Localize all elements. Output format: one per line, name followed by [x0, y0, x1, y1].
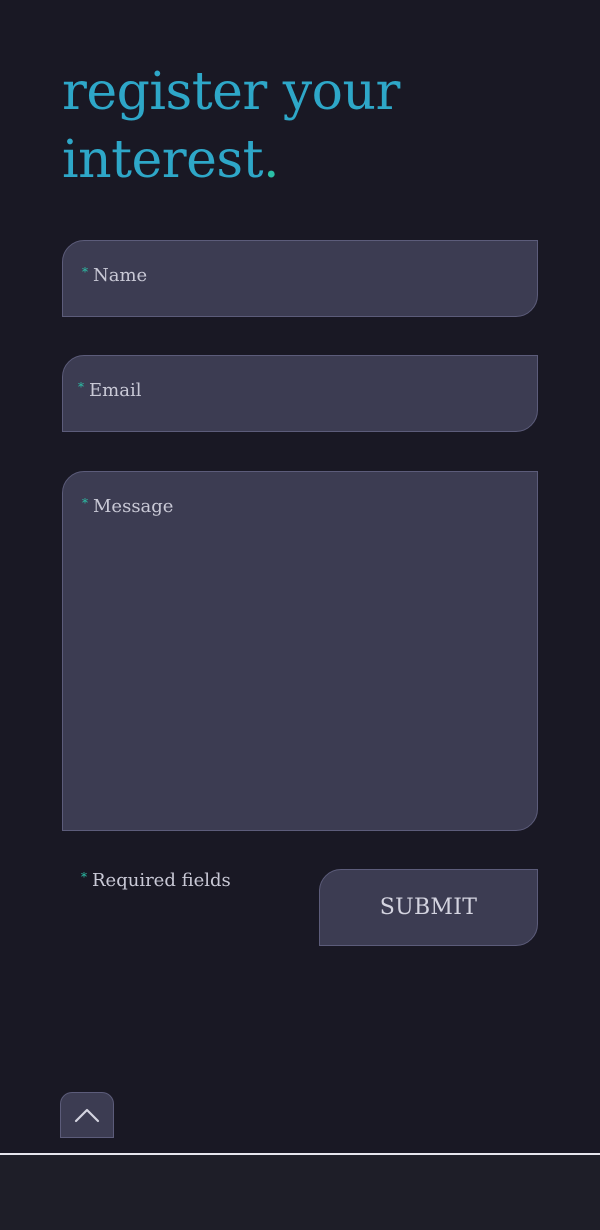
message-placeholder: * Message	[82, 496, 173, 517]
required-asterisk: *	[81, 870, 87, 884]
name-field[interactable]: * Name	[62, 240, 538, 317]
submit-button[interactable]: SUBMIT	[319, 869, 538, 946]
page-title-line-1: register your	[62, 62, 400, 122]
name-placeholder-text: Name	[93, 265, 148, 286]
back-to-top-button[interactable]	[60, 1092, 114, 1138]
footer	[0, 1155, 600, 1230]
page-title-dot: .	[263, 130, 280, 190]
email-field[interactable]: * Email	[62, 355, 538, 432]
email-placeholder-text: Email	[89, 380, 142, 401]
message-placeholder-text: Message	[93, 496, 174, 517]
email-placeholder: * Email	[78, 380, 141, 401]
page-title: register your interest.	[62, 58, 400, 194]
required-fields-text: Required fields	[92, 870, 231, 891]
required-fields-note: * Required fields	[81, 870, 231, 891]
chevron-up-icon	[74, 1108, 100, 1123]
required-asterisk: *	[82, 496, 88, 510]
page-title-line-2: interest	[62, 130, 264, 190]
required-asterisk: *	[82, 265, 88, 279]
name-placeholder: * Name	[82, 265, 147, 286]
required-asterisk: *	[78, 380, 84, 394]
message-field[interactable]: * Message	[62, 471, 538, 831]
